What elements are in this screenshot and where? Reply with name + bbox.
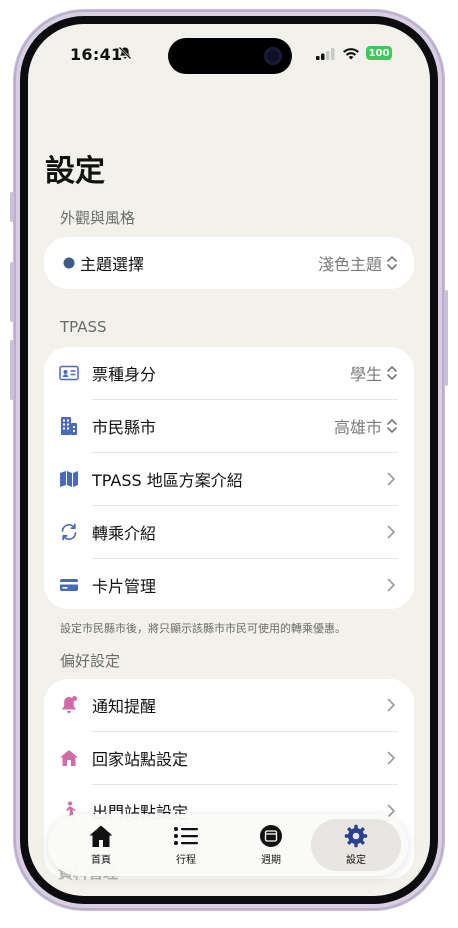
card-management-label: 卡片管理	[92, 577, 157, 596]
chevron-right-icon	[387, 578, 395, 592]
section-header-preferences: 偏好設定	[60, 652, 121, 670]
camera-icon	[264, 47, 282, 65]
gear-icon	[343, 824, 369, 848]
credit-card-icon	[58, 574, 80, 596]
bell-icon	[58, 694, 80, 716]
theme-label: 主題選擇	[80, 255, 145, 274]
home-station-label: 回家站點設定	[92, 750, 189, 769]
screen: 16:41 100 設定 外觀與風格 主題選擇 淺色主題 TPASS 票種身分 …	[28, 24, 430, 896]
tpass-plan-label: TPASS 地區方案介紹	[92, 471, 243, 490]
theme-value: 淺色主題	[317, 255, 382, 274]
tab-period-label: 週期	[261, 855, 281, 866]
chevron-up-down-icon	[387, 419, 397, 433]
tab-home-label: 首頁	[91, 855, 111, 866]
tpass-plan-row[interactable]: TPASS 地區方案介紹	[44, 453, 414, 505]
bell-off-icon	[118, 46, 132, 60]
home-icon	[58, 747, 80, 769]
city-value: 高雄市	[333, 418, 382, 437]
transfer-row[interactable]: 轉乘介紹	[44, 506, 414, 558]
home-station-row[interactable]: 回家站點設定	[44, 732, 414, 784]
city-footnote: 設定市民縣市後，將只顯示該縣市市民可使用的轉乘優惠。	[60, 622, 346, 635]
tab-bar: 首頁 行程 週期 設定	[48, 814, 408, 876]
tab-settings-label: 設定	[346, 855, 366, 866]
tab-settings[interactable]: 設定	[311, 819, 401, 871]
ticket-type-row[interactable]: 票種身分 學生	[44, 347, 414, 399]
list-icon	[173, 824, 199, 848]
wifi-icon	[343, 48, 359, 60]
tpass-card: 票種身分 學生 市民縣市 高雄市 TPASS 地區方案介紹 轉乘介紹 卡片管理	[44, 347, 414, 609]
tab-itinerary[interactable]: 行程	[141, 819, 231, 871]
notification-row[interactable]: 通知提醒	[44, 679, 414, 731]
chevron-right-icon	[387, 525, 395, 539]
dynamic-island	[168, 38, 292, 74]
tab-period[interactable]: 週期	[226, 819, 316, 871]
page-title: 設定	[45, 154, 105, 189]
transfer-label: 轉乘介紹	[92, 524, 157, 543]
calendar-icon	[258, 824, 284, 848]
building-icon	[58, 415, 80, 437]
ticket-type-value: 學生	[349, 365, 382, 384]
chevron-right-icon	[387, 751, 395, 765]
chevron-up-down-icon	[387, 256, 397, 270]
appearance-card: 主題選擇 淺色主題	[44, 237, 414, 289]
section-header-tpass: TPASS	[60, 318, 107, 336]
chevron-up-down-icon	[387, 366, 397, 380]
theme-dot-icon	[58, 252, 80, 274]
notification-label: 通知提醒	[92, 697, 157, 716]
status-time: 16:41	[70, 45, 123, 64]
map-icon	[58, 468, 80, 490]
signal-icon	[316, 48, 335, 60]
chevron-right-icon	[387, 698, 395, 712]
tab-itinerary-label: 行程	[176, 855, 196, 866]
city-row[interactable]: 市民縣市 高雄市	[44, 400, 414, 452]
id-card-icon	[58, 362, 80, 384]
section-header-appearance: 外觀與風格	[60, 209, 136, 227]
home-icon	[88, 824, 114, 848]
card-management-row[interactable]: 卡片管理	[44, 559, 414, 611]
side-button-left-1	[10, 192, 14, 222]
battery-indicator: 100	[366, 46, 392, 60]
theme-select-row[interactable]: 主題選擇 淺色主題	[44, 237, 414, 289]
tab-home[interactable]: 首頁	[56, 819, 146, 871]
ticket-type-label: 票種身分	[92, 365, 157, 384]
chevron-right-icon	[387, 472, 395, 486]
side-button-left-3	[10, 340, 14, 400]
side-button-left-2	[10, 262, 14, 322]
side-button-right	[444, 290, 448, 386]
status-bar: 16:41 100	[28, 24, 430, 84]
transfer-icon	[58, 521, 80, 543]
city-label: 市民縣市	[92, 418, 157, 437]
